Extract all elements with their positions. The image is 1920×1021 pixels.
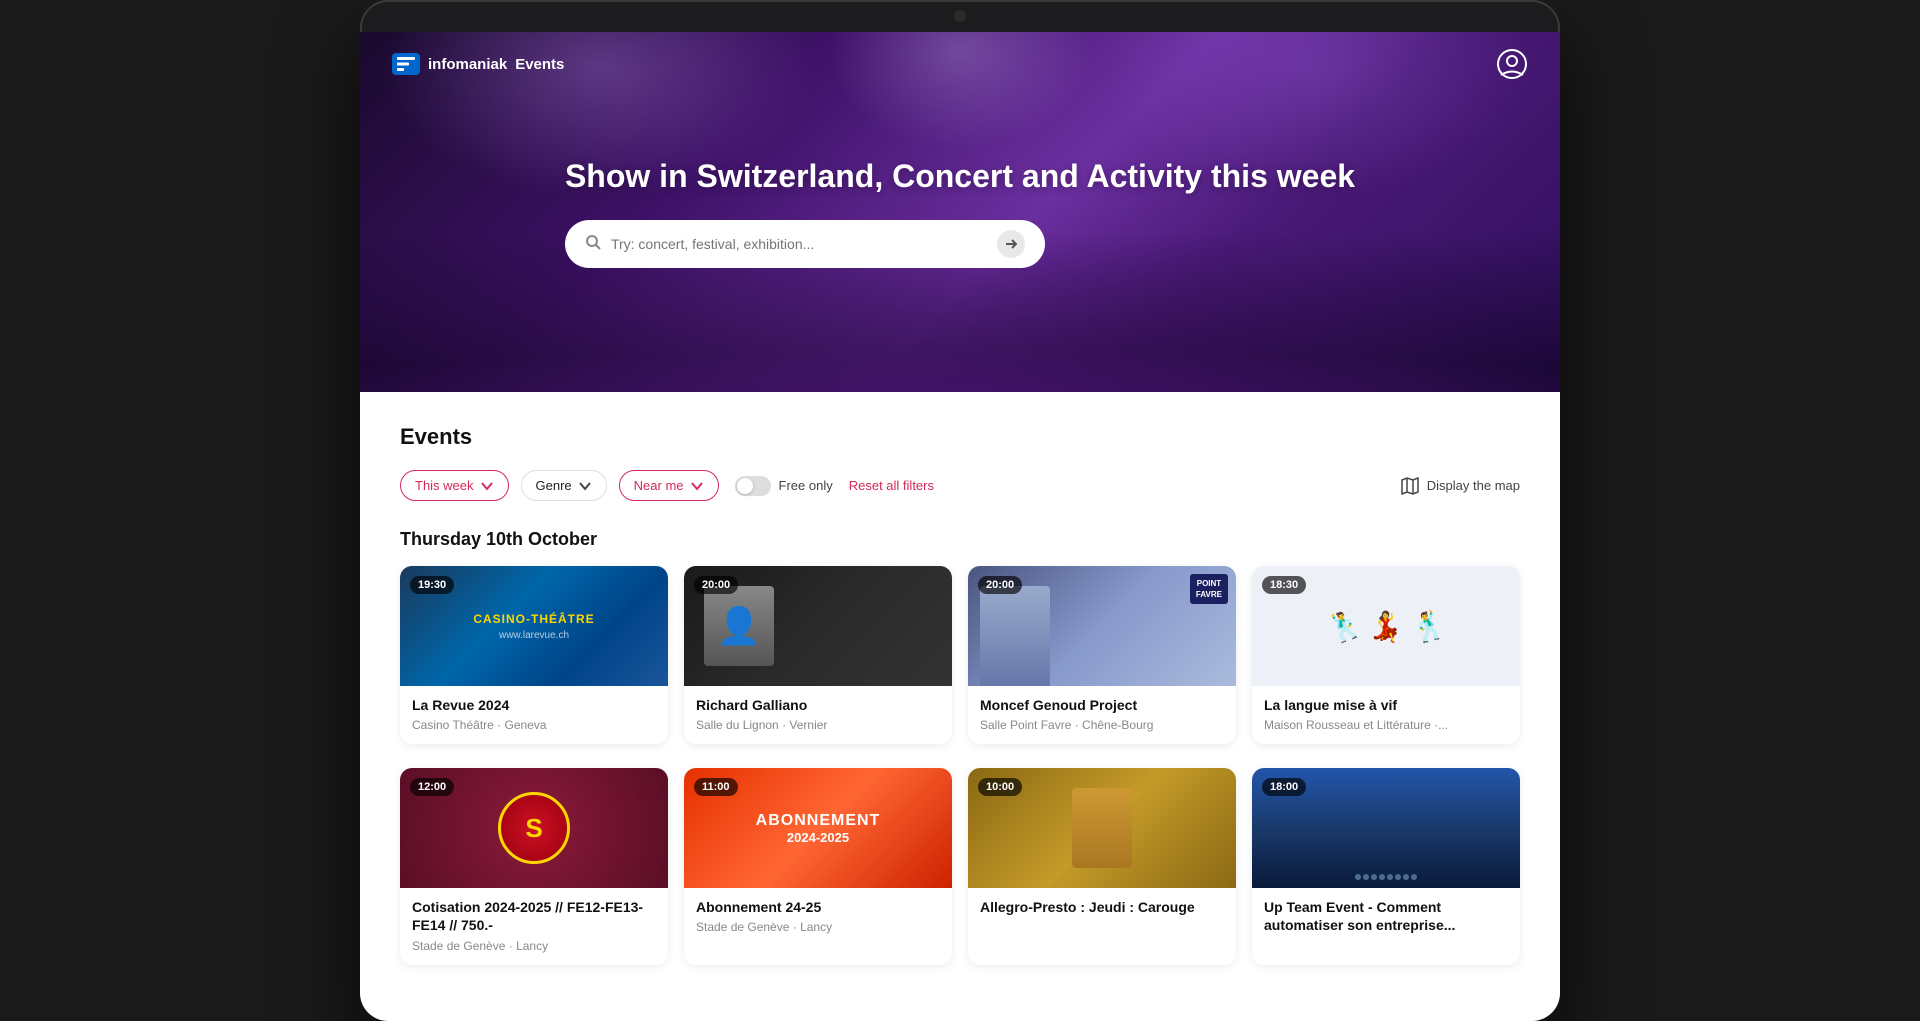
event-card-body: Cotisation 2024-2025 // FE12-FE13-FE14 /…: [400, 888, 668, 964]
event-card-title: Moncef Genoud Project: [980, 696, 1224, 714]
event-card-image: 👤 20:00: [684, 566, 952, 686]
event-time-badge: 18:30: [1262, 576, 1306, 594]
user-icon[interactable]: [1496, 48, 1528, 80]
event-card-title: Richard Galliano: [696, 696, 940, 714]
event-card[interactable]: POINTFAVRE 20:00 Moncef Genoud Project S…: [968, 566, 1236, 744]
event-card-body: Allegro-Presto : Jeudi : Carouge: [968, 888, 1236, 932]
event-card[interactable]: Abonnement 2024-2025 11:00 Abonnement 24…: [684, 768, 952, 964]
event-card-title: La Revue 2024: [412, 696, 656, 714]
event-time-badge: 19:30: [410, 576, 454, 594]
audience-visual: [1265, 874, 1506, 880]
event-card-title: Allegro-Presto : Jeudi : Carouge: [980, 898, 1224, 916]
device-camera: [954, 10, 966, 22]
filters-row: This week Genre Near me Free only: [400, 470, 1520, 501]
logo-svg: [397, 57, 415, 71]
event-card-body: La langue mise à vif Maison Rousseau et …: [1252, 686, 1520, 744]
hero-title: Show in Switzerland, Concert and Activit…: [565, 156, 1355, 196]
chevron-down-icon-2: [578, 479, 592, 493]
event-card-location: Maison Rousseau et Littérature ·...: [1264, 718, 1508, 732]
date-heading: Thursday 10th October: [400, 529, 1520, 550]
event-card-title: Cotisation 2024-2025 // FE12-FE13-FE14 /…: [412, 898, 656, 934]
event-card-body: La Revue 2024 Casino Théâtre · Geneva: [400, 686, 668, 744]
event-card-body: Abonnement 24-25 Stade de Genève · Lancy: [684, 888, 952, 946]
event-card[interactable]: 18:00 Up Team Event - Comment automatise…: [1252, 768, 1520, 964]
search-bar[interactable]: [565, 220, 1045, 268]
event-card-image: 18:00: [1252, 768, 1520, 888]
search-input[interactable]: [611, 236, 987, 252]
event-card-location: Salle Point Favre · Chêne-Bourg: [980, 718, 1224, 732]
event-card-image: POINTFAVRE 20:00: [968, 566, 1236, 686]
event-card-title: La langue mise à vif: [1264, 696, 1508, 714]
logo-text: infomaniak: [428, 56, 507, 73]
event-time-badge: 20:00: [694, 576, 738, 594]
event-card-image: S 12:00: [400, 768, 668, 888]
free-only-label: Free only: [779, 478, 833, 493]
section-title: Events: [400, 424, 1520, 450]
event-card-location: Salle du Lignon · Vernier: [696, 718, 940, 732]
chevron-down-icon-3: [690, 479, 704, 493]
main-content: Events This week Genre Near me: [360, 392, 1560, 1021]
event-card-body: Richard Galliano Salle du Lignon · Verni…: [684, 686, 952, 744]
logo[interactable]: infomaniak Events: [392, 53, 564, 75]
event-card[interactable]: 👤 20:00 Richard Galliano Salle du Lignon…: [684, 566, 952, 744]
search-submit-button[interactable]: [997, 230, 1025, 258]
event-time-badge: 18:00: [1262, 778, 1306, 796]
genre-filter[interactable]: Genre: [521, 470, 607, 501]
event-time-badge: 10:00: [978, 778, 1022, 796]
display-map-button[interactable]: Display the map: [1401, 477, 1520, 495]
event-card-title: Abonnement 24-25: [696, 898, 940, 916]
event-card-location: Casino Théâtre · Geneva: [412, 718, 656, 732]
event-card-image: 🕺 💃 🕺 18:30: [1252, 566, 1520, 686]
free-only-toggle[interactable]: [735, 476, 771, 496]
event-card-title: Up Team Event - Comment automatiser son …: [1264, 898, 1508, 934]
event-time-badge: 12:00: [410, 778, 454, 796]
dance-visual: 🕺 💃 🕺: [1326, 566, 1447, 686]
event-time-badge: 20:00: [978, 576, 1022, 594]
display-map-label: Display the map: [1427, 478, 1520, 493]
hero-section: infomaniak Events Show in Switzerland, C…: [360, 32, 1560, 392]
event-grid-row1: CASINO-THÉÂTRE www.larevue.ch 19:30 La R…: [400, 566, 1520, 744]
event-card-body: Moncef Genoud Project Salle Point Favre …: [968, 686, 1236, 744]
event-card-image: CASINO-THÉÂTRE www.larevue.ch 19:30: [400, 566, 668, 686]
map-icon: [1401, 477, 1419, 495]
device-frame: infomaniak Events Show in Switzerland, C…: [360, 0, 1560, 1021]
event-card-location: Stade de Genève · Lancy: [696, 920, 940, 934]
event-card-body: Up Team Event - Comment automatiser son …: [1252, 888, 1520, 950]
chevron-down-icon: [480, 479, 494, 493]
abonnement-visual: Abonnement 2024-2025: [756, 812, 881, 845]
this-week-label: This week: [415, 478, 474, 493]
event-time-badge: 11:00: [694, 778, 738, 796]
servette-logo: S: [498, 792, 570, 864]
this-week-filter[interactable]: This week: [400, 470, 509, 501]
free-only-filter: Free only: [735, 476, 833, 496]
event-card[interactable]: 10:00 Allegro-Presto : Jeudi : Carouge: [968, 768, 1236, 964]
nav-bar: infomaniak Events: [360, 32, 1560, 96]
event-card-image: 10:00: [968, 768, 1236, 888]
event-card[interactable]: S 12:00 Cotisation 2024-2025 // FE12-FE1…: [400, 768, 668, 964]
reset-filters-button[interactable]: Reset all filters: [849, 478, 934, 493]
event-card[interactable]: 🕺 💃 🕺 18:30 La langue mise à vif Maison …: [1252, 566, 1520, 744]
logo-section: Events: [515, 56, 564, 73]
event-card[interactable]: CASINO-THÉÂTRE www.larevue.ch 19:30 La R…: [400, 566, 668, 744]
logo-icon: [392, 53, 420, 75]
genre-label: Genre: [536, 478, 572, 493]
event-card-location: Stade de Genève · Lancy: [412, 939, 656, 953]
near-me-label: Near me: [634, 478, 684, 493]
allegro-visual: [1072, 788, 1132, 868]
search-icon: [585, 234, 601, 255]
near-me-filter[interactable]: Near me: [619, 470, 719, 501]
event-card-image: Abonnement 2024-2025 11:00: [684, 768, 952, 888]
hero-content: Show in Switzerland, Concert and Activit…: [545, 156, 1375, 268]
event-grid-row2: S 12:00 Cotisation 2024-2025 // FE12-FE1…: [400, 768, 1520, 964]
